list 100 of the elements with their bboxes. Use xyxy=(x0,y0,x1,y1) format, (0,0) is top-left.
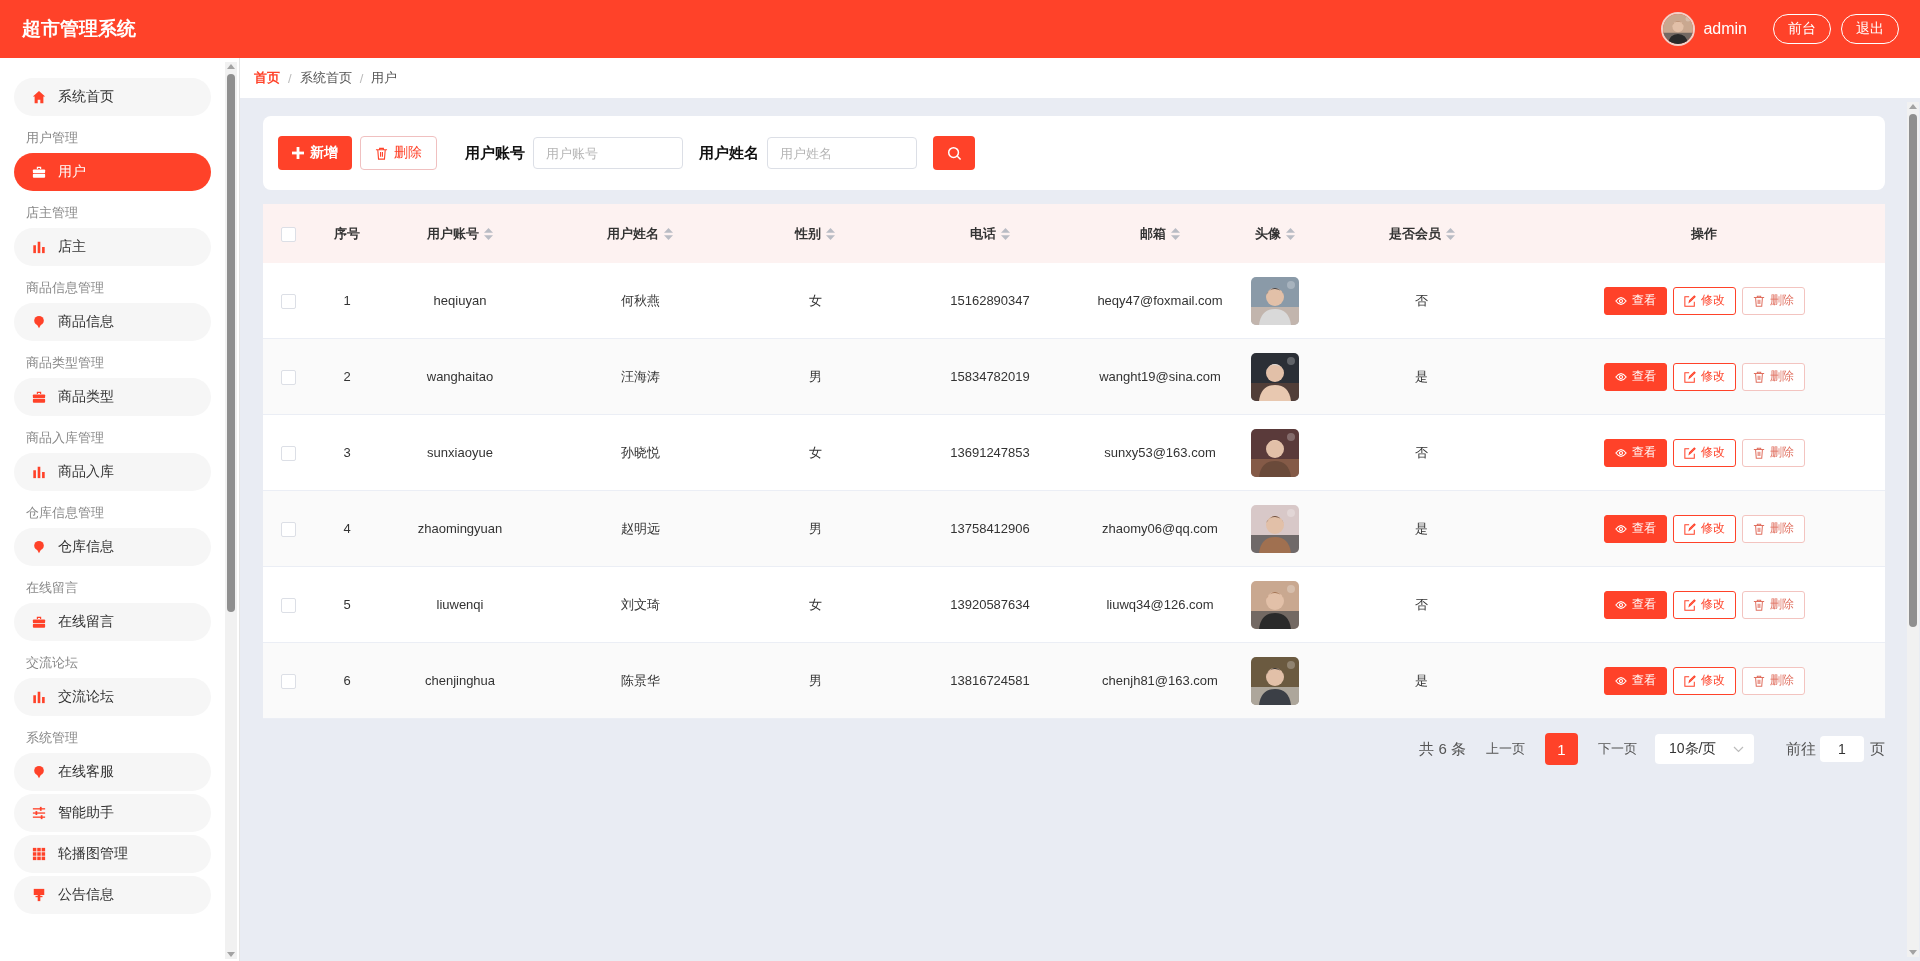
breadcrumb-link[interactable]: 首页 xyxy=(254,69,280,87)
section-heading: 用户管理 xyxy=(26,130,78,147)
checkbox[interactable] xyxy=(281,597,296,613)
table-cell: 否 xyxy=(1415,444,1428,460)
bar-chart-icon xyxy=(32,240,46,254)
column-header[interactable]: 用户姓名 xyxy=(607,224,659,243)
table-cell: 女 xyxy=(808,444,822,460)
column-header[interactable]: 邮箱 xyxy=(1140,224,1166,243)
table-cell: 2 xyxy=(343,369,351,384)
scroll-up-icon[interactable] xyxy=(1909,102,1917,112)
column-header[interactable]: 性别 xyxy=(795,224,821,243)
section-heading: 商品类型管理 xyxy=(26,355,104,372)
section-heading: 店主管理 xyxy=(26,205,78,222)
edit-button[interactable]: 修改 xyxy=(1672,438,1736,467)
table-cell: sunxy53@163.com xyxy=(1104,445,1216,460)
scroll-down-icon[interactable] xyxy=(1909,947,1917,957)
table-cell: 刘文琦 xyxy=(620,596,660,612)
column-header: 序号 xyxy=(334,224,360,243)
search-button[interactable] xyxy=(933,136,975,170)
table-cell: liuwenqi xyxy=(436,597,484,612)
section-heading: 仓库信息管理 xyxy=(26,505,104,522)
user-name: admin xyxy=(1703,20,1747,38)
pin-icon xyxy=(32,315,46,329)
prev-page-link[interactable]: 上一页 xyxy=(1486,740,1525,758)
next-page-link[interactable]: 下一页 xyxy=(1598,740,1637,758)
sidebar-item[interactable]: 仓库信息 xyxy=(14,528,211,566)
column-header[interactable]: 是否会员 xyxy=(1388,224,1441,243)
table-cell: 汪海涛 xyxy=(620,368,660,384)
table-cell: wanght19@sina.com xyxy=(1099,369,1221,384)
sort-icon xyxy=(484,227,493,240)
signpost-icon xyxy=(32,888,46,902)
scroll-up-icon[interactable] xyxy=(227,62,235,72)
trash-icon xyxy=(1752,446,1765,459)
edit-button[interactable]: 修改 xyxy=(1672,514,1736,543)
sidebar-item[interactable]: 智能助手 xyxy=(14,794,211,832)
delete-button[interactable]: 删除 xyxy=(360,136,437,170)
sidebar-item[interactable]: 公告信息 xyxy=(14,876,211,914)
sidebar-item[interactable]: 在线留言 xyxy=(14,603,211,641)
scrollbar[interactable] xyxy=(225,62,237,959)
table-cell: 男 xyxy=(808,672,822,688)
edit-button[interactable]: 修改 xyxy=(1672,590,1736,619)
breadcrumb-link[interactable]: 系统首页 xyxy=(299,69,352,87)
sidebar-item[interactable]: 店主 xyxy=(14,228,211,266)
sidebar-item[interactable]: 商品信息 xyxy=(14,303,211,341)
eye-icon xyxy=(1614,523,1627,534)
table-cell: wanghaitao xyxy=(426,369,494,384)
sidebar-item[interactable]: 系统首页 xyxy=(14,78,211,116)
briefcase-icon xyxy=(32,165,46,179)
section-heading: 商品入库管理 xyxy=(26,430,104,447)
checkbox[interactable] xyxy=(281,369,296,385)
section-heading: 在线留言 xyxy=(26,580,78,597)
field-label: 用户姓名 xyxy=(699,143,759,163)
table-cell: 是 xyxy=(1415,520,1428,536)
table-cell: heqiuyan xyxy=(433,293,487,308)
table-cell: 男 xyxy=(808,368,822,384)
table-cell: 5 xyxy=(343,597,351,612)
scroll-down-icon[interactable] xyxy=(227,949,235,959)
trash-icon xyxy=(375,146,388,160)
edit-icon xyxy=(1683,294,1696,307)
checkbox[interactable] xyxy=(281,293,296,309)
scrollbar[interactable] xyxy=(1907,102,1919,957)
avatar[interactable] xyxy=(1661,12,1696,46)
checkbox[interactable] xyxy=(281,445,296,461)
table-cell: 是 xyxy=(1415,672,1428,688)
checkbox[interactable] xyxy=(281,521,296,537)
sidebar-item[interactable]: 在线客服 xyxy=(14,753,211,791)
breadcrumb-link[interactable]: 用户 xyxy=(371,69,398,87)
column-header[interactable]: 电话 xyxy=(970,224,996,243)
trash-icon xyxy=(1752,370,1765,383)
section-heading: 商品信息管理 xyxy=(26,280,104,297)
column-header[interactable]: 用户账号 xyxy=(427,224,479,243)
table-cell: 13816724581 xyxy=(950,673,1030,688)
checkbox[interactable] xyxy=(281,226,296,242)
trash-icon xyxy=(1752,598,1765,611)
chevron-down-icon xyxy=(1733,745,1744,753)
page-size-select[interactable]: 10条/页 xyxy=(1655,734,1754,764)
table-cell: chenjh81@163.com xyxy=(1102,673,1218,688)
trash-icon xyxy=(1752,294,1765,307)
sort-icon xyxy=(1171,227,1180,240)
column-header[interactable]: 头像 xyxy=(1255,224,1281,243)
edit-button[interactable]: 修改 xyxy=(1672,362,1736,391)
sidebar-item[interactable]: 商品入库 xyxy=(14,453,211,491)
trash-icon xyxy=(1752,522,1765,535)
column-header: 操作 xyxy=(1691,224,1717,243)
input-field[interactable]: 用户姓名 xyxy=(767,137,917,169)
sidebar-item[interactable]: 交流论坛 xyxy=(14,678,211,716)
checkbox[interactable] xyxy=(281,673,296,689)
sidebar-item[interactable]: 轮播图管理 xyxy=(14,835,211,873)
page-input[interactable]: 1 xyxy=(1820,736,1864,762)
table-cell: heqy47@foxmail.com xyxy=(1097,293,1223,308)
edit-button[interactable]: 修改 xyxy=(1672,286,1736,315)
table-cell: 13758412906 xyxy=(950,521,1030,536)
input-field[interactable]: 用户账号 xyxy=(533,137,683,169)
edit-button[interactable]: 修改 xyxy=(1672,666,1736,695)
sidebar-item[interactable]: 商品类型 xyxy=(14,378,211,416)
sort-icon xyxy=(1286,227,1295,240)
table-cell: 13920587634 xyxy=(950,597,1030,612)
home-icon xyxy=(32,90,46,104)
table-cell: 是 xyxy=(1415,368,1428,384)
table-cell: 4 xyxy=(343,521,351,536)
